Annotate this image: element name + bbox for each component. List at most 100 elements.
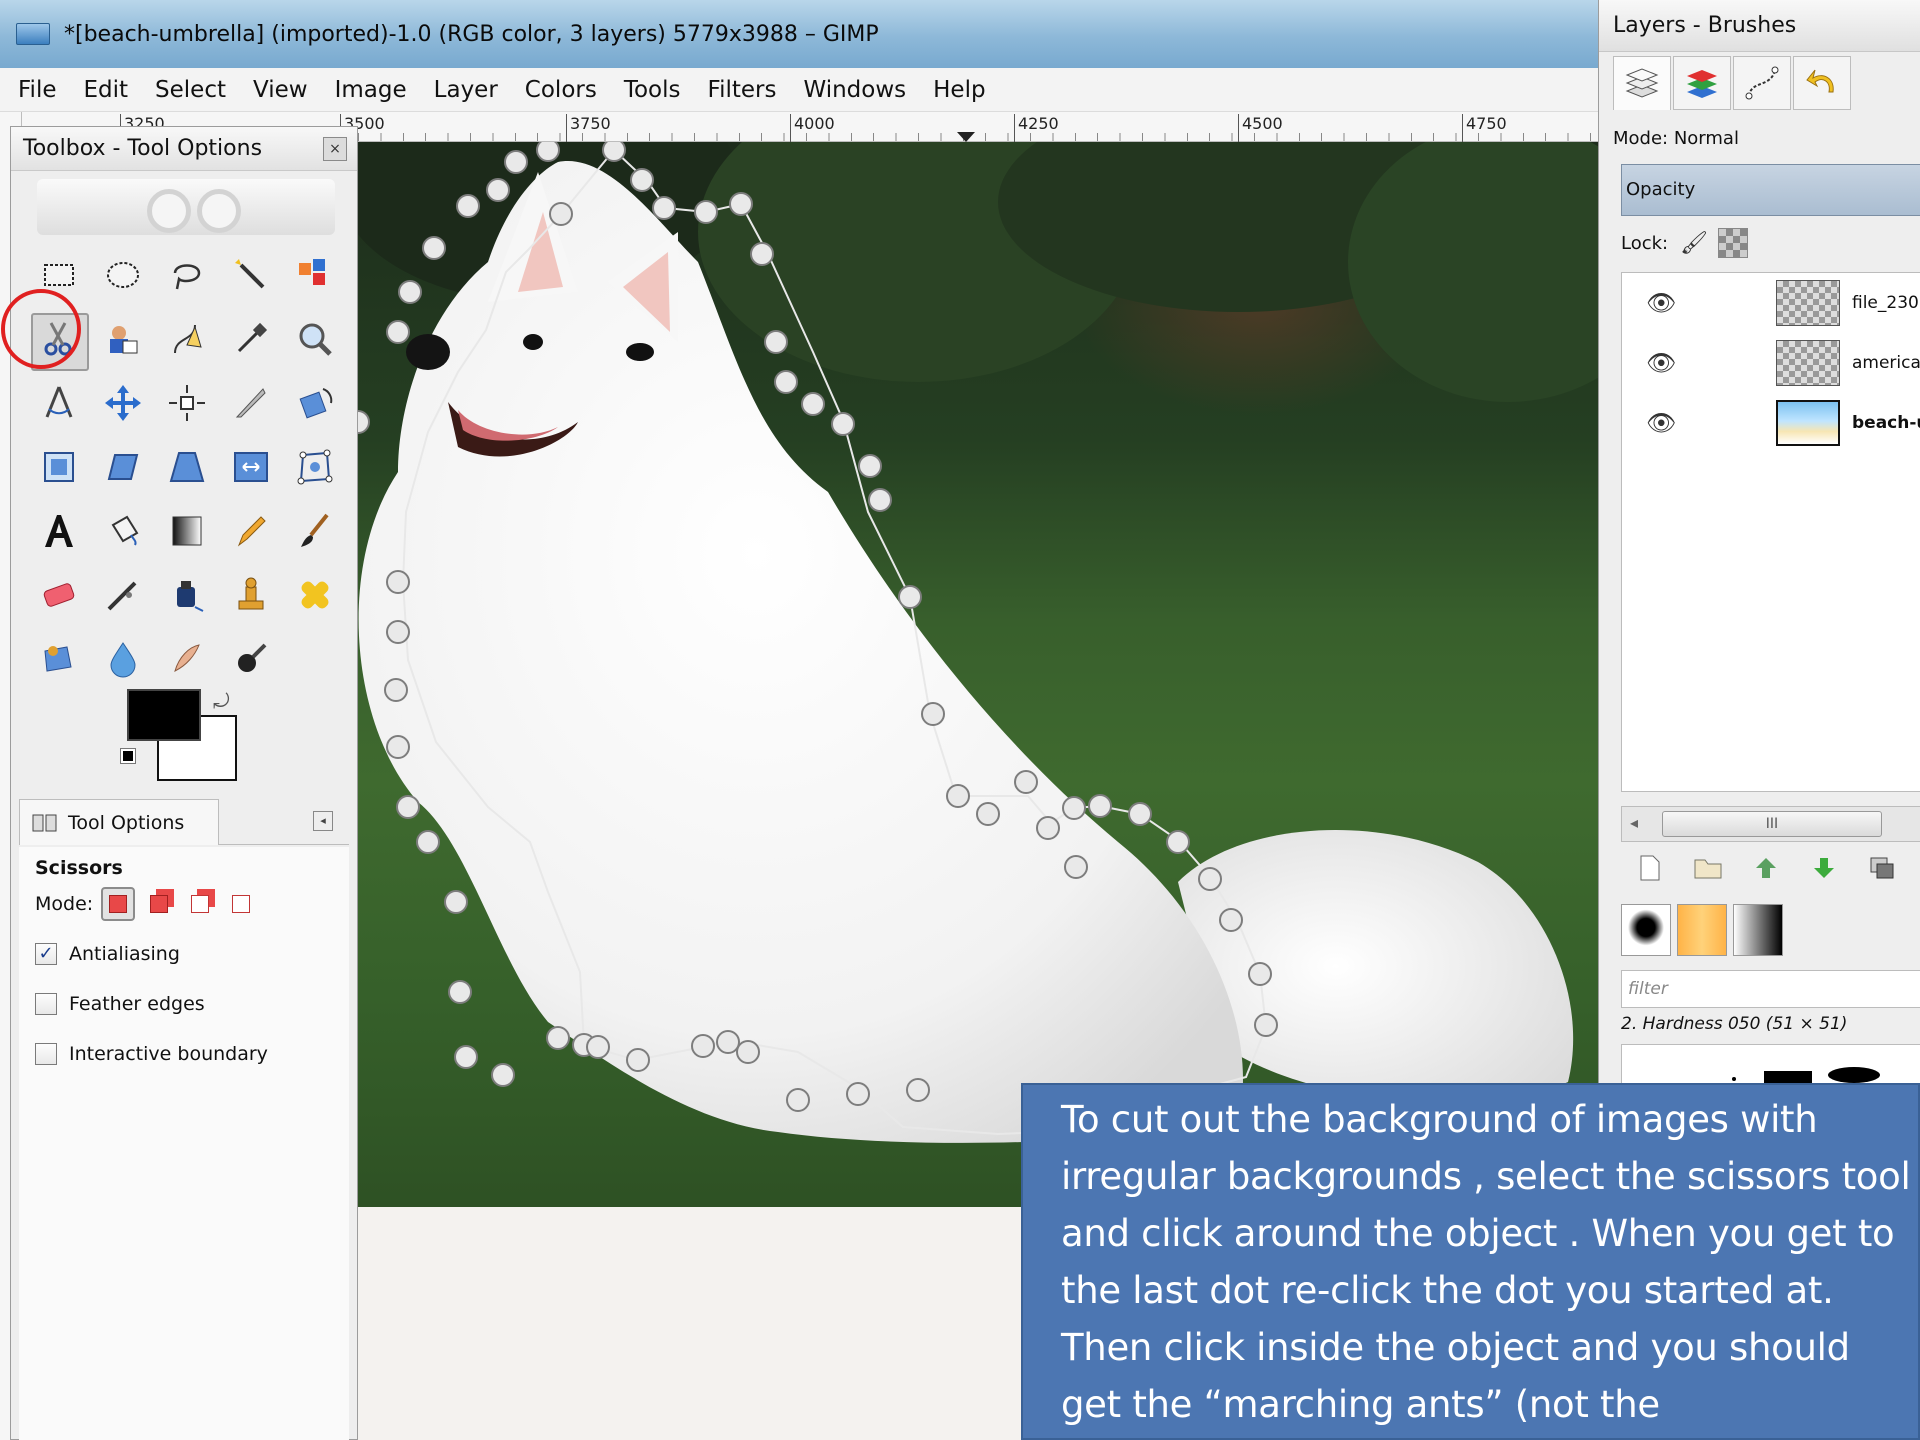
interactive-boundary-option[interactable]: Interactive boundary [35, 1043, 268, 1065]
mode-intersect-button[interactable] [224, 887, 258, 921]
mode-subtract-button[interactable] [183, 887, 217, 921]
perspective-clone-tool[interactable] [27, 627, 91, 691]
shear-tool[interactable] [91, 435, 155, 499]
layer-row[interactable]: 👁 america [1622, 333, 1920, 393]
toolbox-header[interactable]: Toolbox - Tool Options × [11, 127, 357, 171]
airbrush-tool[interactable] [91, 563, 155, 627]
visibility-eye-icon[interactable]: 👁 [1646, 409, 1676, 437]
lock-alpha-icon[interactable] [1718, 228, 1749, 258]
measure-tool[interactable] [27, 371, 91, 435]
foreground-color[interactable] [127, 689, 201, 741]
foreground-select-tool[interactable] [91, 307, 155, 371]
smudge-tool[interactable] [155, 627, 219, 691]
crop-tool[interactable] [219, 371, 283, 435]
text-tool[interactable] [27, 499, 91, 563]
menu-windows[interactable]: Windows [803, 77, 906, 103]
visibility-eye-icon[interactable]: 👁 [1646, 349, 1676, 377]
brush-filter-input[interactable]: filter [1621, 970, 1920, 1008]
tab-undo-history[interactable] [1793, 56, 1851, 110]
feather-edges-option[interactable]: Feather edges [35, 993, 205, 1015]
eraser-tool[interactable] [27, 563, 91, 627]
mode-add-button[interactable] [142, 887, 176, 921]
rotate-tool[interactable] [283, 371, 347, 435]
interactive-boundary-label: Interactive boundary [69, 1043, 268, 1065]
bucket-fill-tool[interactable] [91, 499, 155, 563]
feather-edges-checkbox[interactable] [35, 993, 57, 1015]
tab-channels[interactable] [1673, 56, 1731, 110]
blur-sharpen-tool[interactable] [91, 627, 155, 691]
dodge-burn-tool[interactable] [219, 627, 283, 691]
menu-select[interactable]: Select [155, 77, 226, 103]
menu-help[interactable]: Help [933, 77, 985, 103]
free-select-tool[interactable] [155, 243, 219, 307]
opacity-slider[interactable]: Opacity [1621, 164, 1920, 216]
layers-horizontal-scrollbar[interactable]: ◂ III [1621, 806, 1920, 842]
dock-title-bar[interactable]: Layers - Brushes [1599, 0, 1920, 52]
layer-row[interactable]: 👁 file_2302 [1622, 273, 1920, 333]
pencil-tool[interactable] [219, 499, 283, 563]
menu-image[interactable]: Image [335, 77, 407, 103]
layer-thumbnail [1776, 280, 1840, 326]
perspective-icon [169, 452, 205, 482]
align-tool[interactable] [155, 371, 219, 435]
menu-filters[interactable]: Filters [708, 77, 777, 103]
lower-layer-button[interactable] [1795, 848, 1853, 888]
menu-colors[interactable]: Colors [525, 77, 597, 103]
menu-edit[interactable]: Edit [84, 77, 129, 103]
scissors-select-tool[interactable] [27, 307, 91, 371]
color-picker-tool[interactable] [219, 307, 283, 371]
rect-select-tool[interactable] [27, 243, 91, 307]
title-bar[interactable]: *[beach-umbrella] (imported)-1.0 (RGB co… [0, 0, 1598, 68]
scroll-left-icon[interactable]: ◂ [1630, 813, 1638, 832]
fuzzy-select-tool[interactable] [219, 243, 283, 307]
tab-layers[interactable] [1613, 56, 1671, 110]
blend-tool[interactable] [155, 499, 219, 563]
tab-gradients[interactable] [1733, 904, 1783, 956]
close-button[interactable]: × [323, 136, 347, 161]
scale-icon [44, 452, 74, 482]
menu-bar: File Edit Select View Image Layer Colors… [0, 68, 1598, 112]
menu-file[interactable]: File [18, 77, 57, 103]
tab-brushes[interactable] [1621, 904, 1671, 956]
cage-transform-tool[interactable] [283, 435, 347, 499]
tool-options-tab[interactable]: Tool Options [19, 799, 219, 845]
layer-mode-label[interactable]: Mode: Normal [1613, 128, 1739, 149]
new-layer-button[interactable] [1621, 848, 1679, 888]
duplicate-layer-button[interactable] [1853, 848, 1911, 888]
antialiasing-checkbox[interactable]: ✓ [35, 943, 57, 965]
flip-icon [234, 452, 268, 482]
antialiasing-option[interactable]: ✓ Antialiasing [35, 943, 180, 965]
scale-tool[interactable] [27, 435, 91, 499]
interactive-boundary-checkbox[interactable] [35, 1043, 57, 1065]
scrollbar-thumb[interactable]: III [1662, 811, 1882, 837]
paths-tool[interactable] [155, 307, 219, 371]
menu-tools[interactable]: Tools [624, 77, 681, 103]
clone-tool[interactable] [219, 563, 283, 627]
visibility-eye-icon[interactable]: 👁 [1646, 289, 1676, 317]
select-by-color-tool[interactable] [283, 243, 347, 307]
tab-paths[interactable] [1733, 56, 1791, 110]
menu-layer[interactable]: Layer [434, 77, 498, 103]
raise-layer-button[interactable] [1737, 848, 1795, 888]
color-swatches[interactable]: ⤾ [120, 689, 247, 789]
cage-icon [297, 449, 333, 485]
layer-row[interactable]: 👁 beach-u [1622, 393, 1920, 453]
zoom-tool[interactable] [283, 307, 347, 371]
paintbrush-tool[interactable] [283, 499, 347, 563]
new-layer-group-button[interactable] [1679, 848, 1737, 888]
move-tool[interactable] [91, 371, 155, 435]
tab-patterns[interactable] [1677, 904, 1727, 956]
lock-label: Lock: [1621, 232, 1669, 254]
ellipse-select-tool[interactable] [91, 243, 155, 307]
reset-colors-icon[interactable] [120, 748, 136, 764]
mode-replace-button[interactable] [101, 887, 136, 921]
menu-view[interactable]: View [253, 77, 308, 103]
perspective-tool[interactable] [155, 435, 219, 499]
swap-colors-icon[interactable]: ⤾ [213, 689, 230, 713]
dog-photo[interactable] [338, 62, 1668, 1207]
lock-pixels-icon[interactable]: 🖌 [1680, 231, 1708, 256]
ink-tool[interactable] [155, 563, 219, 627]
heal-tool[interactable] [283, 563, 347, 627]
tab-menu-button[interactable]: ◂ [313, 811, 333, 831]
flip-tool[interactable] [219, 435, 283, 499]
